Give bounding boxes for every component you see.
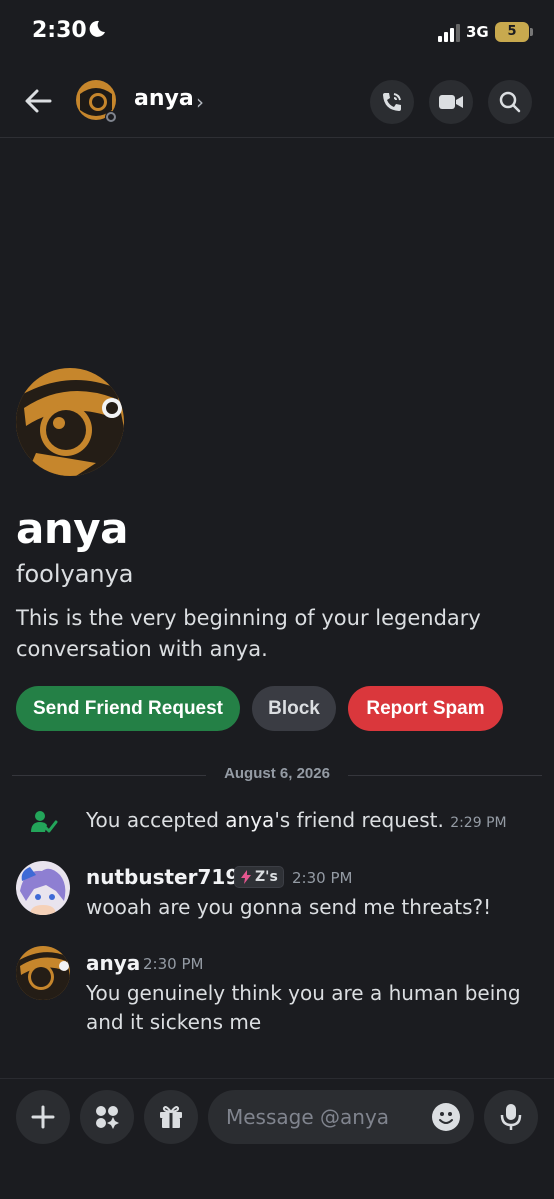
back-arrow-icon[interactable] <box>24 86 52 116</box>
battery-icon: 5 <box>495 22 533 42</box>
system-message-prefix: You accepted <box>86 808 226 832</box>
conversation-intro-text: This is the very beginning of your legen… <box>16 606 481 661</box>
search-icon <box>499 91 521 113</box>
conversation-header: anya › <box>0 66 554 138</box>
status-bar: 2:30 3G 5 <box>0 0 554 66</box>
server-tag-label: Z's <box>255 869 278 885</box>
message-avatar-anya[interactable] <box>16 946 70 1000</box>
header-avatar[interactable] <box>76 80 120 124</box>
message-author[interactable]: anya <box>86 951 140 975</box>
composer-bar <box>0 1078 554 1199</box>
voice-call-button[interactable] <box>370 80 414 124</box>
apps-icon <box>96 1106 119 1129</box>
lightning-icon <box>241 870 251 884</box>
server-tag[interactable]: Z's <box>234 866 284 888</box>
message-input-container[interactable] <box>208 1090 474 1144</box>
apps-button[interactable] <box>80 1090 134 1144</box>
add-attachment-button[interactable] <box>16 1090 70 1144</box>
block-button[interactable]: Block <box>252 686 336 731</box>
status-time: 2:30 <box>32 18 87 43</box>
system-message-suffix: 's friend request. <box>274 808 444 832</box>
system-message-time: 2:29 PM <box>450 815 507 831</box>
system-message: You accepted anya's friend request. 2:29… <box>86 808 507 832</box>
message-time: 2:30 PM <box>143 955 204 973</box>
divider-line-left <box>12 775 206 776</box>
divider-line-right <box>348 775 542 776</box>
message-input[interactable] <box>226 1090 426 1144</box>
video-call-button[interactable] <box>429 80 473 124</box>
date-divider: August 6, 2026 <box>224 765 330 782</box>
message-author[interactable]: nutbuster7190 <box>86 865 253 889</box>
profile-display-name: anya <box>16 504 128 553</box>
emoji-icon[interactable] <box>432 1103 460 1131</box>
profile-username: foolyanya <box>16 560 134 588</box>
profile-avatar[interactable] <box>16 368 124 476</box>
system-message-user[interactable]: anya <box>225 808 274 832</box>
gift-button[interactable] <box>144 1090 198 1144</box>
gift-icon <box>160 1106 182 1128</box>
send-friend-request-button[interactable]: Send Friend Request <box>16 686 240 731</box>
friend-accepted-icon <box>31 811 58 833</box>
video-icon <box>439 95 463 109</box>
voice-message-button[interactable] <box>484 1090 538 1144</box>
report-spam-button[interactable]: Report Spam <box>348 686 503 731</box>
message-text: wooah are you gonna send me threats?! <box>86 895 492 919</box>
phone-icon <box>383 93 401 111</box>
network-label: 3G <box>466 23 489 41</box>
message-text: You genuinely think you are a human bein… <box>86 981 521 1034</box>
message-time: 2:30 PM <box>292 869 353 887</box>
microphone-icon <box>500 1104 522 1130</box>
moon-icon <box>89 20 105 37</box>
chevron-right-icon[interactable]: › <box>196 90 204 114</box>
signal-icon <box>438 24 462 42</box>
search-button[interactable] <box>488 80 532 124</box>
battery-level: 5 <box>507 24 517 39</box>
plus-icon <box>31 1105 55 1129</box>
header-name[interactable]: anya <box>134 86 194 111</box>
message-avatar-nutbuster[interactable] <box>16 861 70 915</box>
